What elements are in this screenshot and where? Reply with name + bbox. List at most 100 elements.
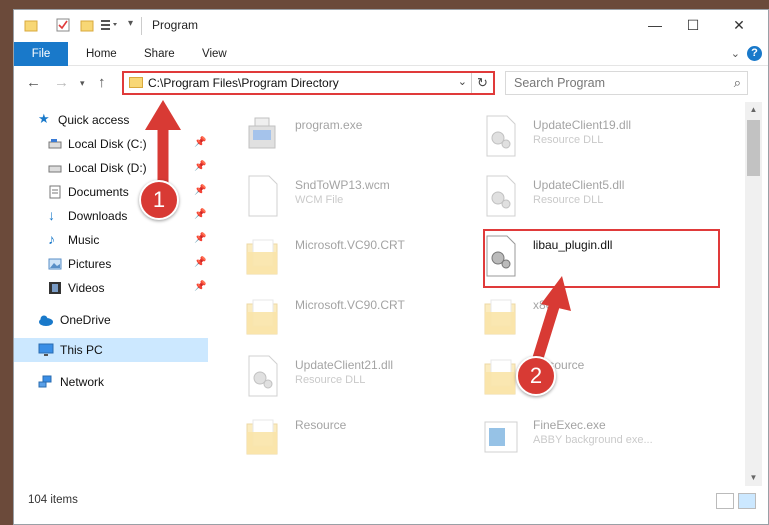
sidebar-item-onedrive[interactable]: OneDrive <box>14 308 208 332</box>
file-type: Resource DLL <box>533 134 604 146</box>
file-item[interactable]: SndToWP13.wcm WCM File <box>237 170 467 226</box>
sidebar-item-network[interactable]: Network <box>14 370 208 394</box>
sidebar-item-label: Local Disk (D:) <box>68 161 147 175</box>
sidebar-item-label: Quick access <box>58 113 130 127</box>
folder-icon <box>129 77 143 88</box>
sidebar-item-local-disk-c[interactable]: Local Disk (C:) 📌 <box>14 132 208 156</box>
file-item[interactable]: x86 <box>475 290 705 346</box>
title-bar: ▾ Program — ☐ ✕ <box>14 10 768 42</box>
item-count: 104 items <box>28 494 78 506</box>
scroll-down-icon[interactable]: ▼ <box>745 470 762 486</box>
details-view-icon[interactable] <box>716 493 734 509</box>
monitor-icon <box>38 343 54 357</box>
up-arrow-icon[interactable]: ↑ <box>98 74 106 91</box>
search-icon[interactable]: ⌕ <box>734 75 741 91</box>
sidebar-item-local-disk-d[interactable]: Local Disk (D:) 📌 <box>14 156 208 180</box>
tab-file[interactable]: File <box>14 42 68 66</box>
pin-icon[interactable]: 📌 <box>194 281 206 292</box>
file-name: FineExec.exe <box>533 418 606 432</box>
file-item[interactable]: program.exe <box>237 110 467 166</box>
file-type: Resource DLL <box>295 374 366 386</box>
star-icon: ★ <box>38 111 50 126</box>
network-icon <box>38 375 52 389</box>
title-separator <box>141 17 142 35</box>
vertical-scrollbar[interactable]: ▲ ▼ <box>745 102 762 486</box>
address-path[interactable]: C:\Program Files\Program Directory <box>148 76 339 90</box>
file-item[interactable]: Microsoft.VC90.CRT <box>237 290 467 346</box>
recent-locations-icon[interactable]: ▾ <box>80 78 85 89</box>
search-box[interactable]: Search Program ⌕ <box>505 71 748 95</box>
search-placeholder[interactable]: Search Program <box>514 76 605 90</box>
sidebar-item-label: Documents <box>68 185 129 199</box>
sidebar-item-label: Downloads <box>68 209 128 223</box>
dll-gear-icon <box>245 354 281 398</box>
navigation-bar: ← → ▾ ↑ C:\Program Files\Program Directo… <box>14 66 768 100</box>
tab-share[interactable]: Share <box>130 42 189 66</box>
forward-arrow-icon[interactable]: → <box>54 74 69 91</box>
sidebar-item-quick-access[interactable]: ★ Quick access <box>14 108 208 132</box>
download-arrow-icon: ↓ <box>48 207 55 223</box>
sidebar-item-label: Music <box>68 233 100 247</box>
sidebar-item-label: Local Disk (C:) <box>68 137 147 151</box>
maximize-button[interactable]: ☐ <box>670 10 716 40</box>
file-name: Resource <box>295 418 347 432</box>
back-arrow-icon[interactable]: ← <box>26 74 41 91</box>
cloud-icon <box>38 313 53 327</box>
pin-icon[interactable]: 📌 <box>194 185 206 196</box>
chevron-down-icon[interactable]: ⌄ <box>458 75 467 88</box>
expand-ribbon-icon[interactable]: ⌄ <box>731 47 740 60</box>
music-note-icon: ♪ <box>48 231 55 247</box>
file-item[interactable]: UpdateClient19.dll Resource DLL <box>475 110 705 166</box>
pin-icon[interactable]: 📌 <box>194 209 206 220</box>
help-icon[interactable]: ? <box>747 46 762 61</box>
scroll-up-icon[interactable]: ▲ <box>745 102 762 118</box>
file-item[interactable]: UpdateClient5.dll Resource DLL <box>475 170 705 226</box>
dll-gear-icon <box>483 174 519 218</box>
sidebar-item-label: Videos <box>68 281 105 295</box>
properties-check-icon[interactable] <box>56 18 70 32</box>
sidebar-item-label: Pictures <box>68 257 112 271</box>
customize-toolbar-icon[interactable] <box>100 18 117 32</box>
file-list: program.exe UpdateClient19.dll Resource … <box>209 102 745 486</box>
sidebar-item-videos[interactable]: Videos 📌 <box>14 276 208 300</box>
sidebar-item-downloads[interactable]: ↓ Downloads 📌 <box>14 204 208 228</box>
folder-icon <box>245 294 281 338</box>
pin-icon[interactable]: 📌 <box>194 161 206 172</box>
sidebar-item-music[interactable]: ♪ Music 📌 <box>14 228 208 252</box>
sidebar-item-label: This PC <box>60 343 103 357</box>
tab-home[interactable]: Home <box>72 42 131 66</box>
drive-icon <box>48 161 62 175</box>
close-button[interactable]: ✕ <box>716 10 762 40</box>
file-item[interactable]: Resource <box>475 350 705 406</box>
pin-icon[interactable]: 📌 <box>194 233 206 244</box>
tab-view[interactable]: View <box>188 42 241 66</box>
ribbon-tabs: File Home Share View ⌄ ? <box>14 42 768 66</box>
file-name: Microsoft.VC90.CRT <box>295 238 405 252</box>
dll-gear-icon <box>483 114 519 158</box>
file-name: UpdateClient5.dll <box>533 178 625 192</box>
sidebar-item-this-pc[interactable]: This PC <box>14 338 208 362</box>
sidebar-item-pictures[interactable]: Pictures 📌 <box>14 252 208 276</box>
file-item[interactable]: FineExec.exe ABBY background exe... <box>475 410 705 466</box>
file-name: x86 <box>533 298 553 312</box>
sidebar-item-label: OneDrive <box>60 313 111 327</box>
file-name: SndToWP13.wcm <box>295 178 390 192</box>
file-item[interactable]: Microsoft.VC90.CRT <box>237 230 467 286</box>
pin-icon[interactable]: 📌 <box>194 257 206 268</box>
pin-icon[interactable]: 📌 <box>194 137 206 148</box>
scroll-thumb[interactable] <box>747 120 760 176</box>
refresh-icon[interactable]: ↻ <box>471 73 493 93</box>
window-title: Program <box>152 18 199 32</box>
file-item[interactable]: UpdateClient21.dll Resource DLL <box>237 350 467 406</box>
file-type: WCM File <box>295 194 344 206</box>
file-type: Resource DLL <box>533 194 604 206</box>
address-bar[interactable]: C:\Program Files\Program Directory ⌄ ↻ <box>122 71 495 95</box>
step-badge-1: 1 <box>139 180 179 220</box>
new-folder-icon[interactable] <box>80 18 94 32</box>
large-icons-view-icon[interactable] <box>738 493 756 509</box>
file-item[interactable]: Resource <box>237 410 467 466</box>
dropdown-arrow-icon[interactable]: ▾ <box>128 18 142 32</box>
drive-icon <box>48 137 62 151</box>
exe-icon <box>245 114 281 158</box>
file-name: UpdateClient19.dll <box>533 118 632 132</box>
